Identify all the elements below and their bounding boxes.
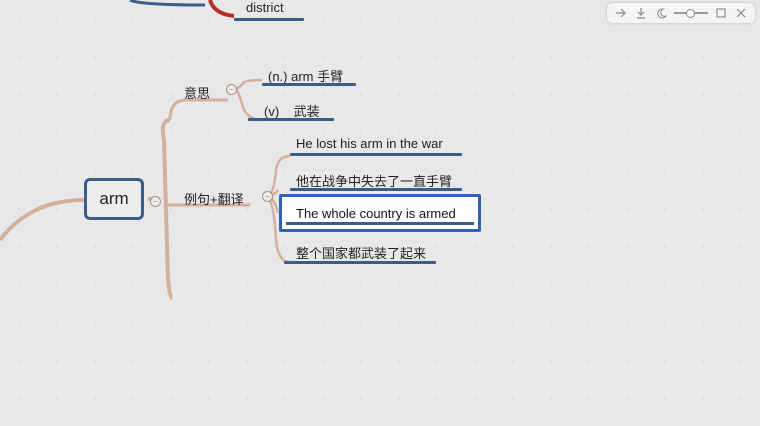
node-example-4-underline <box>284 261 436 264</box>
arrow-right-icon[interactable] <box>614 6 628 20</box>
node-example-4[interactable]: 整个国家都武装了起来 <box>296 243 426 262</box>
window-icon[interactable] <box>714 6 728 20</box>
mindmap-canvas[interactable]: district arm − 意思 − (n.) arm 手臂 (v) 武装 例… <box>0 0 760 426</box>
node-district-underline <box>234 18 304 21</box>
node-meaning-verb-underline <box>248 118 334 121</box>
node-meaning-noun-underline <box>262 83 356 86</box>
download-icon[interactable] <box>634 6 648 20</box>
node-example-3-underline <box>286 222 474 225</box>
zoom-slider[interactable] <box>674 6 708 20</box>
collapse-icon[interactable]: − <box>226 84 237 95</box>
collapse-icon[interactable]: − <box>262 191 273 202</box>
branch-examples-label[interactable]: 例句+翻译 <box>184 189 244 208</box>
node-example-1-underline <box>290 153 462 156</box>
close-icon[interactable] <box>734 6 748 20</box>
central-topic-label: arm <box>99 189 129 208</box>
node-example-2-underline <box>290 188 462 191</box>
node-example-3[interactable]: The whole country is armed <box>296 206 456 221</box>
node-example-1[interactable]: He lost his arm in the war <box>296 136 443 151</box>
node-district-label: district <box>246 0 284 15</box>
moon-icon[interactable] <box>654 6 668 20</box>
collapse-icon[interactable]: − <box>150 196 161 207</box>
central-topic[interactable]: arm <box>84 178 144 220</box>
selected-node[interactable]: The whole country is armed <box>279 194 481 232</box>
floating-toolbar <box>607 3 755 23</box>
branch-meaning-label[interactable]: 意思 <box>184 83 210 102</box>
